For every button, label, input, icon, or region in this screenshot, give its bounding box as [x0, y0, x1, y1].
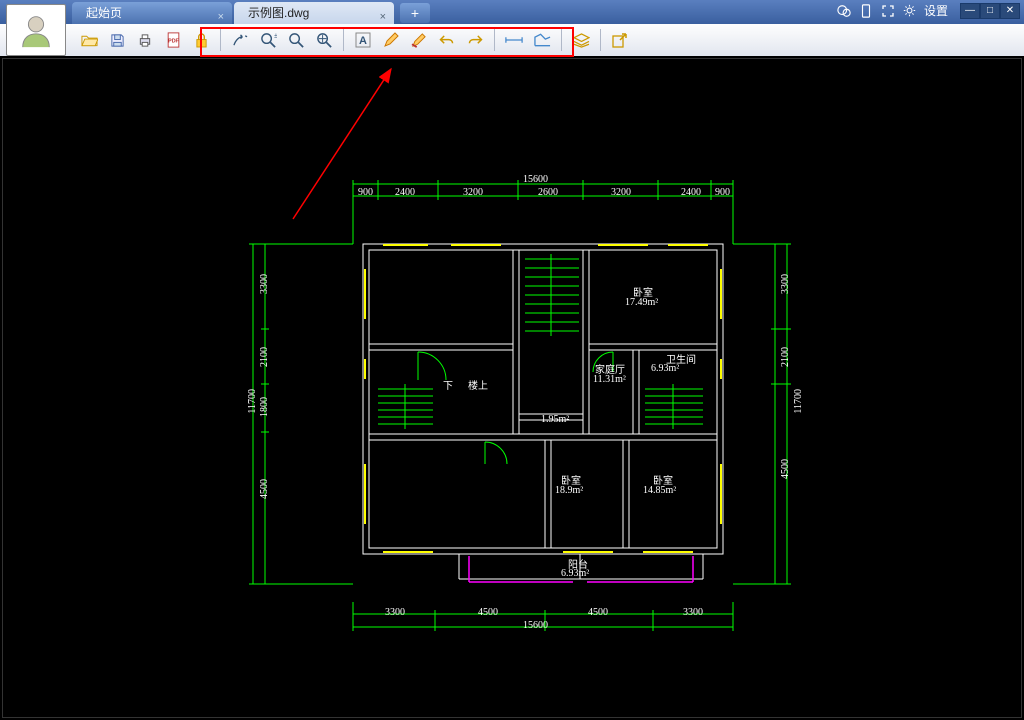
dim-bottom-outer: 15600: [523, 620, 548, 631]
titlebar-right: 设置 — □ ✕: [836, 2, 1020, 19]
dim-top-4: 2600: [538, 187, 558, 198]
dim-right-outer: 11700: [793, 389, 804, 414]
pdf-button[interactable]: PDF: [162, 29, 184, 51]
room-bedroom-tr-area: 17.49m²: [625, 297, 658, 308]
room-balcony-area: 6.93m²: [561, 568, 589, 579]
close-icon[interactable]: ×: [218, 6, 224, 28]
eraser-button[interactable]: [408, 29, 430, 51]
export-button[interactable]: [609, 29, 631, 51]
floor-plan: [3, 59, 1023, 719]
dim-bottom-4: 3300: [683, 607, 703, 618]
dim-left-4: 4500: [259, 479, 270, 499]
redo-button[interactable]: [464, 29, 486, 51]
svg-text:±: ±: [274, 32, 277, 39]
pencil-button[interactable]: [380, 29, 402, 51]
settings-label[interactable]: 设置: [924, 2, 948, 19]
maximize-button[interactable]: □: [980, 3, 1000, 19]
dim-left-3: 1800: [259, 397, 270, 417]
room-bath-area: 6.93m²: [651, 363, 679, 374]
dim-right-1: 3300: [780, 274, 791, 294]
avatar[interactable]: [6, 4, 66, 56]
save-button[interactable]: [106, 29, 128, 51]
tab-start[interactable]: 起始页×: [72, 2, 232, 24]
room-small-area: 1.95m²: [541, 414, 569, 425]
dim-top-2: 2400: [395, 187, 415, 198]
svg-text:A: A: [359, 35, 367, 47]
undo-button[interactable]: [436, 29, 458, 51]
gear-icon[interactable]: [902, 3, 918, 19]
svg-text:PDF: PDF: [168, 39, 179, 45]
room-bedroom-br-area: 14.85m²: [643, 485, 676, 496]
main-toolbar: PDF ± A: [0, 24, 1024, 58]
dim-bottom-2: 4500: [478, 607, 498, 618]
toolbar-separator: [561, 29, 562, 51]
toolbar-separator: [600, 29, 601, 51]
tab-drawing[interactable]: 示例图.dwg×: [234, 2, 394, 24]
tab-strip: 起始页× 示例图.dwg× +: [72, 0, 430, 24]
lock-button[interactable]: [190, 29, 212, 51]
layers-button[interactable]: [570, 29, 592, 51]
title-bar: 起始页× 示例图.dwg× + 设置 — □ ✕: [0, 0, 1024, 24]
print-button[interactable]: [134, 29, 156, 51]
measure-dist-button[interactable]: [503, 29, 525, 51]
tab-label: 示例图.dwg: [248, 6, 309, 20]
room-bedroom-bl-area: 18.9m²: [555, 485, 583, 496]
wechat-icon[interactable]: [836, 3, 852, 19]
dim-bottom-1: 3300: [385, 607, 405, 618]
dim-top-7: 900: [715, 187, 730, 198]
drawing-canvas[interactable]: 15600 900 2400 3200 2600 3200 2400 900 3…: [2, 58, 1022, 718]
fullscreen-icon[interactable]: [880, 3, 896, 19]
dim-top-outer: 15600: [523, 174, 548, 185]
stair-up: 楼上: [468, 377, 488, 392]
dim-right-3: 4500: [780, 459, 791, 479]
zoom-in-out-button[interactable]: ±: [257, 29, 279, 51]
phone-icon[interactable]: [858, 3, 874, 19]
measure-area-button[interactable]: [531, 29, 553, 51]
toolbar-separator: [343, 29, 344, 51]
close-button[interactable]: ✕: [1000, 3, 1020, 19]
dim-top-3: 3200: [463, 187, 483, 198]
dim-top-1: 900: [358, 187, 373, 198]
dim-left-outer: 11700: [247, 389, 258, 414]
dim-right-2: 2100: [780, 347, 791, 367]
toolbar-separator: [494, 29, 495, 51]
text-button[interactable]: A: [352, 29, 374, 51]
dim-left-2: 2100: [259, 347, 270, 367]
zoom-extents-button[interactable]: [313, 29, 335, 51]
dim-left-1: 3300: [259, 274, 270, 294]
toolbar-separator: [220, 29, 221, 51]
room-family-area: 11.31m²: [593, 374, 626, 385]
dim-top-5: 3200: [611, 187, 631, 198]
dim-top-6: 2400: [681, 187, 701, 198]
stair-down: 下: [443, 377, 453, 392]
zoom-window-button[interactable]: [285, 29, 307, 51]
pan-button[interactable]: [229, 29, 251, 51]
tab-label: 起始页: [86, 6, 122, 20]
minimize-button[interactable]: —: [960, 3, 980, 19]
open-button[interactable]: [78, 29, 100, 51]
new-tab-button[interactable]: +: [400, 3, 430, 23]
dim-bottom-3: 4500: [588, 607, 608, 618]
close-icon[interactable]: ×: [380, 6, 386, 28]
